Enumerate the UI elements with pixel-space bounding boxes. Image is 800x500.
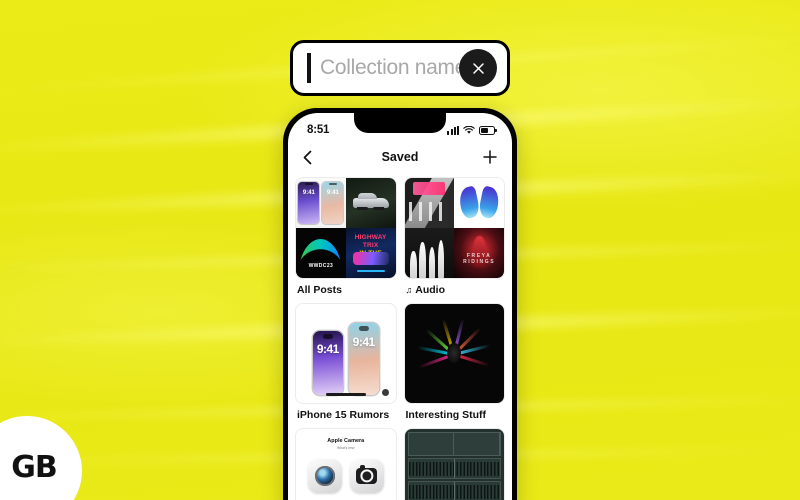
home-indicator [325, 393, 366, 396]
page-title: Saved [381, 150, 419, 164]
collection-title: iPhone 15 Rumors [297, 409, 390, 421]
add-collection-button[interactable] [483, 150, 497, 164]
collection-card-all-posts[interactable]: 9:41 9:41 WWDC23 HIGHWAY TRIX All Posts [295, 177, 397, 296]
collection-title: Audio [415, 283, 445, 296]
phone-mockup: 8:51 Saved 9:41 9:41 WWDC23 HIGHWAY TRIX… [283, 108, 517, 500]
rainbow-badge-text: WWDC23 [308, 262, 334, 269]
close-icon [472, 62, 484, 74]
thumb-car [345, 178, 396, 228]
wifi-icon [463, 125, 475, 134]
collections-list: 9:41 9:41 WWDC23 HIGHWAY TRIX All Posts … [288, 171, 512, 500]
mini-phone-time: 9:41 [302, 189, 315, 196]
thumbnail-badge-icon [381, 389, 389, 396]
collection-card-interesting-stuff[interactable]: Interesting Stuff [403, 302, 505, 421]
album-art-accent [413, 181, 446, 195]
camera-icon-row [296, 459, 396, 493]
collection-thumbnail: 9:41 9:41 WWDC23 HIGHWAY TRIX [295, 177, 397, 279]
thumb-wwdc-rainbow: WWDC23 [296, 227, 346, 278]
dynamic-island [354, 113, 446, 133]
collection-thumbnail: Apple Camera What's new [295, 428, 397, 500]
collection-name-field[interactable]: Collection name [290, 40, 510, 96]
poster-art [352, 251, 389, 265]
collection-label: iPhone 15 Rumors [297, 409, 395, 421]
waveform-track [407, 481, 501, 500]
iphone-render: 9:41 [348, 323, 379, 395]
thumb-hands [404, 227, 455, 278]
camera-app-icon [349, 459, 384, 493]
thumb-butterfly [454, 178, 504, 228]
collection-card-iphone-15-rumors[interactable]: 9:41 9:41 iPhone 15 Rumors [295, 302, 397, 421]
butterfly-icon [456, 185, 502, 220]
camera-card-subtitle: What's new [337, 446, 355, 450]
collection-card-apple-camera[interactable]: Apple Camera What's new [295, 428, 397, 500]
brand-logo-text: GB [11, 449, 57, 485]
lens-icon [315, 466, 335, 486]
thumb-iphone-lineup: 9:41 9:41 [296, 178, 346, 228]
collection-name-input[interactable]: Collection name [320, 56, 459, 80]
collection-title: Interesting Stuff [405, 409, 487, 421]
signal-icon [447, 125, 459, 135]
nav-bar: Saved [288, 143, 512, 171]
battery-icon [479, 125, 497, 135]
lens-app-icon [307, 459, 342, 493]
daw-header [407, 432, 501, 457]
collection-card-audio[interactable]: FREYA RIDINGS ♫ Audio [403, 177, 505, 296]
music-note-icon: ♫ [405, 284, 413, 295]
spider-icon [415, 314, 493, 392]
mini-phone: 9:41 [322, 181, 344, 224]
thumb-band-photo [404, 178, 455, 228]
phone-screen: 8:51 Saved 9:41 9:41 WWDC23 HIGHWAY TRIX… [288, 113, 512, 500]
collection-card-audio-editor[interactable] [403, 428, 505, 500]
car-shape-icon [352, 193, 389, 210]
collection-title: All Posts [297, 283, 342, 296]
collection-thumbnail: 9:41 9:41 [295, 302, 397, 404]
collection-label: All Posts [297, 284, 395, 296]
chevron-left-icon [303, 150, 312, 164]
camera-card-title: Apple Camera [327, 438, 365, 444]
collection-thumbnail [403, 302, 505, 404]
mini-phone: 9:41 [298, 181, 320, 224]
collection-thumbnail [403, 428, 505, 500]
thumb-red-album: FREYA RIDINGS [454, 227, 504, 278]
clear-button[interactable] [459, 49, 497, 87]
mini-phone-time: 9:41 [326, 189, 339, 196]
status-icon-group [447, 125, 497, 135]
collections-grid: 9:41 9:41 WWDC23 HIGHWAY TRIX All Posts … [295, 177, 505, 500]
album-caption: FREYA RIDINGS [463, 252, 496, 265]
poster-cta-bar [356, 269, 385, 273]
plus-icon [483, 150, 497, 164]
album-art-figures [409, 201, 450, 221]
collection-label: ♫ Audio [406, 284, 504, 296]
collection-thumbnail: FREYA RIDINGS [403, 177, 505, 279]
iphone-lockscreen-time: 9:41 [316, 341, 340, 356]
iphone-lockscreen-time: 9:41 [352, 334, 376, 349]
back-button[interactable] [303, 150, 312, 165]
waveform-track [407, 458, 501, 480]
poster-line-1: HIGHWAY TRIX [354, 233, 387, 249]
thumb-movie-poster: HIGHWAY TRIX IN THE MOVIES [345, 227, 396, 278]
text-cursor-icon [307, 53, 311, 83]
collection-label: Interesting Stuff [406, 409, 504, 421]
status-time: 8:51 [307, 124, 330, 136]
iphone-render: 9:41 [312, 331, 343, 395]
camera-icon [356, 464, 378, 484]
